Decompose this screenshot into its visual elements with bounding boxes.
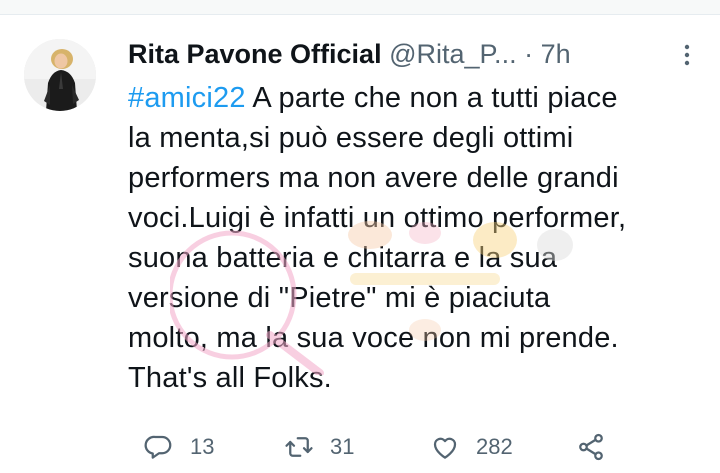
tweet[interactable]: Rita Pavone Official @Rita_P... · 7h #am… — [0, 15, 720, 473]
reply-icon — [144, 435, 172, 459]
display-name[interactable]: Rita Pavone Official — [128, 39, 382, 69]
heart-icon — [433, 437, 457, 459]
separator-dot: · — [524, 39, 534, 69]
like-count: 282 — [476, 434, 513, 459]
previous-item-strip — [0, 0, 720, 15]
retweet-button[interactable]: 31 — [284, 427, 354, 467]
avatar[interactable] — [24, 39, 96, 111]
tweet-header: Rita Pavone Official @Rita_P... · 7h — [128, 37, 698, 71]
retweet-count: 31 — [330, 434, 355, 459]
hashtag-link[interactable]: #amici22 — [128, 82, 246, 114]
like-button[interactable]: 282 — [430, 427, 513, 467]
more-vertical-icon[interactable] — [682, 43, 692, 67]
tweet-actions: 13 31 282 — [128, 427, 688, 467]
profile-photo — [24, 39, 96, 111]
timestamp[interactable]: 7h — [541, 39, 571, 69]
tweet-text: #amici22 A parte che non a tutti piace l… — [128, 78, 703, 398]
tweet-body: A parte che non a tutti piace la menta,s… — [128, 82, 627, 394]
user-handle[interactable]: @Rita_P... — [389, 39, 516, 69]
reply-button[interactable]: 13 — [144, 427, 214, 467]
share-button[interactable] — [576, 427, 622, 467]
reply-count: 13 — [190, 434, 215, 459]
share-icon — [579, 433, 603, 461]
retweet-icon — [285, 437, 313, 457]
